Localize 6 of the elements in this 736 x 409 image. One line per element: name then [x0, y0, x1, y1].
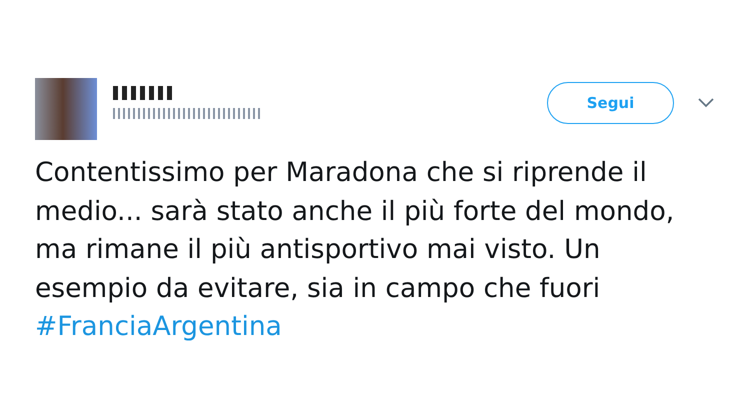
hashtag-link[interactable]: #FranciaArgentina	[35, 311, 282, 342]
pixelated-name	[113, 86, 175, 100]
avatar-placeholder	[35, 78, 97, 140]
follow-button[interactable]: Segui	[547, 82, 674, 124]
chevron-down-icon[interactable]	[698, 98, 714, 108]
tweet-text: Contentissimo per Maradona che si riprende il medio... sarà stato anche il più forte del mondo, ma rimane il più antisportivo mai visto. Un esempio da evitare, sia in campo che fuori #FranciaArgentina	[35, 156, 676, 344]
